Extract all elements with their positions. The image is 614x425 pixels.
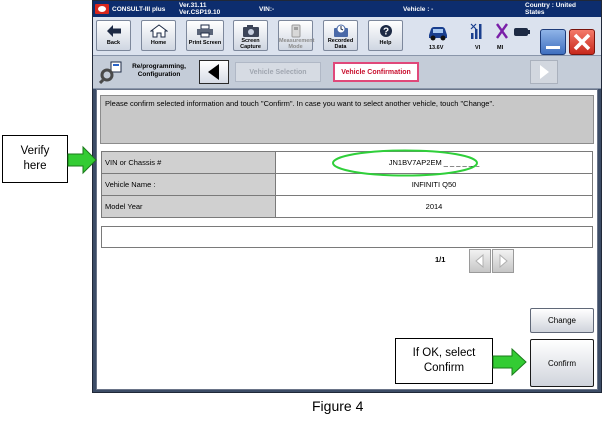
reprogramming-label-2: Configuration (137, 71, 181, 78)
measurement-mode-button[interactable]: Measurement Mode (278, 20, 314, 51)
change-button-label: Change (547, 316, 577, 325)
reprogramming-icon (99, 61, 122, 84)
camera-icon (242, 25, 259, 37)
vehicle-name-row-label: Vehicle Name : (101, 173, 276, 196)
vin-highlight-ellipse (332, 149, 478, 177)
green-arrow-right-icon (492, 347, 527, 377)
step-vehicle-selection-label: Vehicle Selection (249, 68, 307, 76)
step-vehicle-confirmation: Vehicle Confirmation (333, 62, 419, 82)
triangle-right-icon (499, 253, 508, 269)
back-button[interactable]: Back (96, 20, 131, 51)
help-icon: ? (379, 25, 392, 38)
close-icon (573, 33, 591, 51)
app-name: CONSULT-III plus (112, 6, 166, 13)
mi-disconnected-icon (496, 23, 508, 39)
country-line-1: Country : United (525, 2, 576, 9)
green-arrow-right-icon (67, 145, 97, 175)
printer-icon (197, 24, 213, 38)
toolbar: Back Home Print Screen Screen Capture Me… (93, 17, 601, 56)
confirm-callout-line-2: Confirm (423, 362, 465, 374)
triangle-right-icon (540, 65, 549, 79)
minimize-icon (546, 46, 560, 49)
car-icon (429, 27, 447, 41)
model-year-row-value: 2014 (275, 195, 593, 218)
help-label: Help (379, 40, 392, 46)
vin-row-label: VIN or Chassis # (101, 151, 276, 174)
instruction-message: Please confirm selected information and … (100, 95, 594, 144)
home-button[interactable]: Home (141, 20, 176, 51)
recorded-label-2: Data (334, 44, 347, 50)
prev-page-button[interactable] (469, 249, 491, 273)
step-vehicle-confirmation-label: Vehicle Confirmation (341, 68, 411, 76)
screen-capture-button[interactable]: Screen Capture (233, 20, 268, 51)
battery-voltage: 13.6V (429, 45, 444, 51)
confirm-button[interactable]: Confirm (530, 339, 594, 387)
version-line-1: Ver.31.11 (179, 2, 207, 9)
back-label: Back (106, 40, 121, 46)
version-line-2: Ver.CSP19.10 (179, 9, 221, 16)
confirm-callout-line-1: If OK, select (412, 347, 476, 359)
table-row: Model Year 2014 (101, 195, 593, 218)
measurement-icon (291, 24, 300, 38)
step-vehicle-selection: Vehicle Selection (235, 62, 321, 82)
recorded-data-button[interactable]: Recorded Data (323, 20, 358, 51)
consult-logo-icon (95, 4, 109, 14)
measurement-label-2: Mode (288, 44, 303, 50)
next-page-button[interactable] (492, 249, 514, 273)
country-line-2: States (525, 9, 545, 16)
change-button[interactable]: Change (530, 308, 594, 333)
consult-window: CONSULT-III plus Ver.31.11 Ver.CSP19.10 … (92, 0, 602, 393)
mi-label: MI (497, 45, 504, 51)
triangle-left-icon (208, 64, 219, 80)
vin-label: VIN:- (259, 6, 275, 13)
confirm-callout: If OK, select Confirm (395, 338, 493, 384)
home-label: Home (150, 40, 167, 46)
print-screen-button[interactable]: Print Screen (186, 20, 224, 51)
print-screen-label: Print Screen (188, 40, 222, 46)
recorded-data-icon (333, 24, 348, 37)
nav-back-button[interactable] (199, 60, 229, 84)
vehicle-label: Vehicle : - (403, 6, 434, 13)
triangle-left-icon (475, 253, 484, 269)
figure-caption: Figure 4 (312, 398, 364, 414)
confirm-button-label: Confirm (547, 358, 576, 368)
page-indicator: 1/1 (435, 255, 446, 264)
svg-text:?: ? (382, 27, 388, 38)
model-year-row-label: Model Year (101, 195, 276, 218)
verify-callout-line-1: Verify (20, 145, 50, 157)
nav-forward-button[interactable] (530, 60, 558, 84)
reprogramming-label-1: Re/programming, (132, 63, 186, 70)
verify-callout-line-2: here (23, 160, 47, 172)
main-content: Please confirm selected information and … (96, 89, 598, 390)
home-icon (149, 24, 168, 38)
back-arrow-icon (106, 25, 121, 37)
title-bar: CONSULT-III plus Ver.31.11 Ver.CSP19.10 … (93, 1, 601, 17)
minimize-button[interactable] (540, 29, 566, 55)
vi-signal-icon (470, 23, 482, 39)
close-button[interactable] (569, 29, 595, 55)
verify-callout: Verify here (2, 135, 68, 183)
navigation-bar: Re/programming, Configuration Vehicle Se… (93, 56, 601, 89)
battery-icon (514, 28, 530, 36)
help-button[interactable]: ? Help (368, 20, 403, 51)
screen-capture-label-2: Capture (240, 44, 261, 50)
vi-label: VI (475, 45, 481, 51)
empty-table-row (101, 226, 593, 248)
